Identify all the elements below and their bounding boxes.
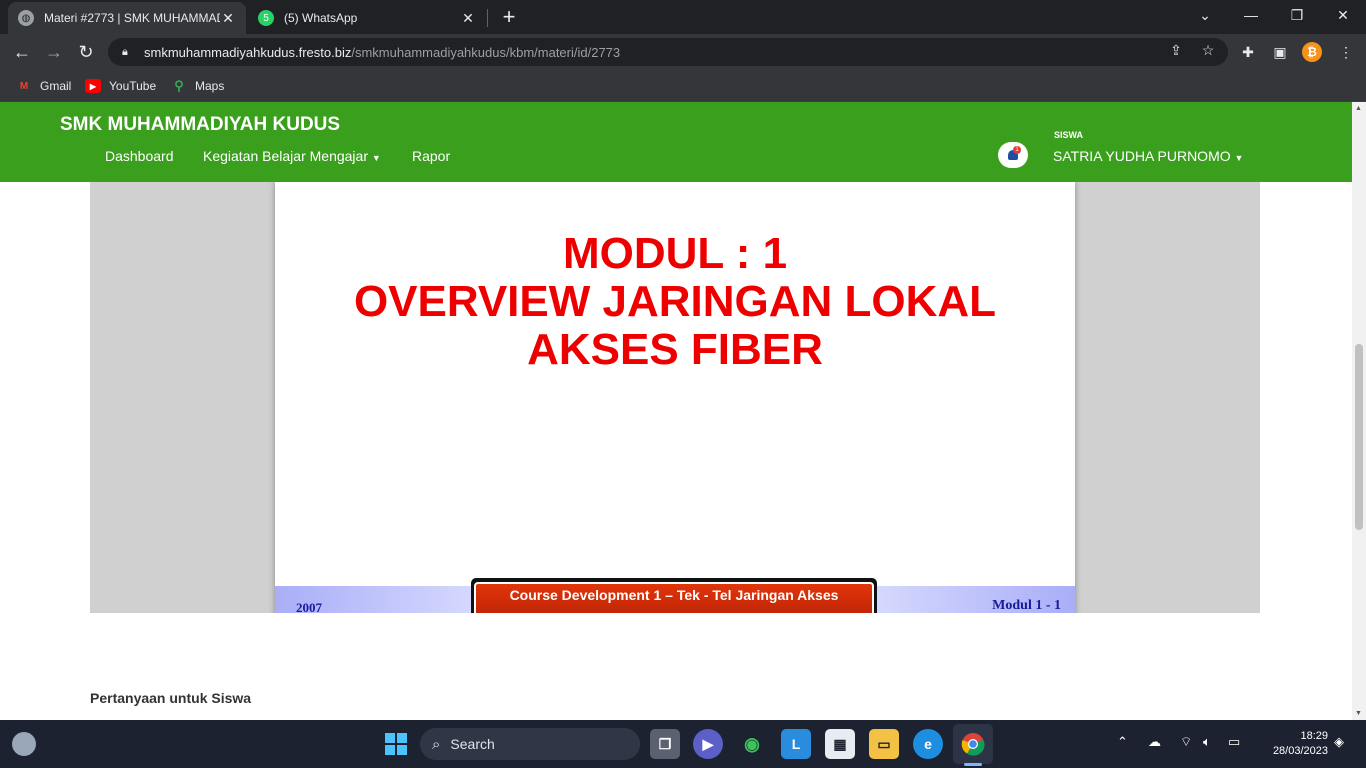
search-label: Search bbox=[450, 736, 495, 752]
tab-search-icon[interactable]: ⌄ bbox=[1190, 4, 1220, 26]
share-icon[interactable]: ⇪ bbox=[1166, 40, 1186, 60]
url-host: smkmuhammadiyahkudus.fresto.biz bbox=[144, 44, 352, 60]
document-viewer[interactable]: MODUL : 1 OVERVIEW JARINGAN LOKAL AKSES … bbox=[90, 182, 1260, 613]
nav-rapor[interactable]: Rapor bbox=[412, 148, 450, 164]
scroll-thumb[interactable] bbox=[1355, 344, 1363, 530]
system-clock[interactable]: 18:29 28/03/2023 bbox=[1258, 729, 1328, 759]
slide-title-line: AKSES FIBER bbox=[527, 325, 823, 374]
forward-button[interactable]: → bbox=[42, 40, 66, 64]
bookmarks-bar: M Gmail ▶ YouTube ⚲ Maps bbox=[0, 70, 1366, 102]
back-button[interactable]: ← bbox=[10, 40, 34, 64]
task-view-icon[interactable]: ❐ bbox=[650, 729, 680, 759]
address-bar[interactable]: 🔒︎ smkmuhammadiyahkudus.fresto.biz/smkmu… bbox=[108, 38, 1228, 66]
slide-page: MODUL : 1 OVERVIEW JARINGAN LOKAL AKSES … bbox=[275, 182, 1075, 613]
edge-browser-icon[interactable]: e bbox=[913, 729, 943, 759]
slide-title-line: MODUL : 1 bbox=[562, 229, 788, 278]
teams-chat-icon[interactable]: ▶ bbox=[693, 729, 723, 759]
url-path: /smkmuhammadiyahkudus/kbm/materi/id/2773 bbox=[351, 44, 621, 60]
download-manager-icon[interactable]: ◉ bbox=[737, 729, 767, 759]
reload-button[interactable]: ↻ bbox=[74, 40, 98, 64]
notification-button[interactable] bbox=[998, 142, 1028, 168]
tab-title: (5) WhatsApp bbox=[284, 11, 358, 25]
browser-tab-strip: ◍ Materi #2773 | SMK MUHAMMADIYAH KUDUS … bbox=[0, 0, 1366, 34]
windows-taskbar: ⌕ Search ❐ ▶ ◉ L ▦ ▭ e ⌃ ☁ ⌔ 🔈︎ ▭ 18:29 … bbox=[0, 720, 1366, 768]
weather-widget-icon[interactable] bbox=[12, 732, 36, 756]
extensions-puzzle-icon[interactable]: ✚ bbox=[1238, 42, 1258, 62]
tab-title: Materi #2773 | SMK MUHAMMADIYAH KUDUS bbox=[44, 11, 220, 25]
file-explorer-icon[interactable]: ▭ bbox=[869, 729, 899, 759]
site-brand[interactable]: SMK MUHAMMADIYAH KUDUS bbox=[60, 114, 340, 136]
notification-center-icon[interactable]: ◈ bbox=[1334, 734, 1344, 750]
slide-title-line: OVERVIEW JARINGAN LOKAL bbox=[353, 277, 997, 326]
side-panel-icon[interactable]: ▣ bbox=[1270, 42, 1290, 62]
bookmark-star-icon[interactable]: ☆ bbox=[1198, 40, 1218, 60]
tray-chevron-icon[interactable]: ⌃ bbox=[1117, 734, 1128, 750]
screen: ◍ Materi #2773 | SMK MUHAMMADIYAH KUDUS … bbox=[0, 0, 1366, 768]
bitcoin-extension-icon[interactable]: ₿ bbox=[1302, 42, 1322, 62]
active-app-indicator bbox=[964, 763, 982, 766]
close-window-button[interactable]: ✕ bbox=[1328, 4, 1358, 26]
microsoft-store-icon[interactable]: ▦ bbox=[825, 729, 855, 759]
site-navbar: SMK MUHAMMADIYAH KUDUS Dashboard Kegiata… bbox=[0, 102, 1352, 182]
footer-course-box: Course Development 1 – Tek - Tel Jaringa… bbox=[471, 578, 877, 613]
bookmark-label: YouTube bbox=[109, 79, 157, 93]
caret-down-icon: ▼ bbox=[1234, 153, 1244, 163]
whatsapp-icon: 5 bbox=[258, 10, 274, 26]
wifi-icon[interactable]: ⌔ bbox=[1180, 734, 1192, 750]
bookmark-maps[interactable]: ⚲ Maps bbox=[171, 77, 224, 95]
footer-course-label: Course Development 1 – Tek - Tel Jaringa… bbox=[474, 582, 874, 613]
user-menu[interactable]: SATRIA YUDHA PURNOMO ▼ bbox=[1053, 148, 1243, 164]
search-icon: ⌕ bbox=[432, 735, 441, 753]
browser-toolbar: ← → ↻ 🔒︎ smkmuhammadiyahkudus.fresto.biz… bbox=[0, 34, 1366, 70]
nav-kbm-label: Kegiatan Belajar Mengajar bbox=[203, 148, 368, 164]
clock-time: 18:29 bbox=[1300, 730, 1328, 742]
new-tab-button[interactable]: + bbox=[498, 6, 520, 28]
footer-modul: Modul 1 - 1 bbox=[992, 598, 1061, 613]
menu-kebab-icon[interactable]: ⋮ bbox=[1336, 42, 1356, 62]
globe-icon: ◍ bbox=[18, 10, 34, 26]
gmail-icon: M bbox=[19, 80, 29, 92]
scroll-down-icon[interactable]: ▼ bbox=[1355, 710, 1362, 717]
tab-separator bbox=[487, 9, 488, 27]
bookmark-label: Gmail bbox=[40, 79, 72, 93]
user-role: SISWA bbox=[1054, 130, 1084, 140]
youtube-icon: ▶ bbox=[85, 79, 101, 93]
bookmark-gmail[interactable]: M Gmail bbox=[16, 77, 72, 95]
tab-whatsapp[interactable]: 5 (5) WhatsApp ✕ bbox=[248, 2, 486, 34]
caret-down-icon: ▼ bbox=[371, 153, 381, 163]
clock-date: 28/03/2023 bbox=[1272, 745, 1328, 757]
maps-icon: ⚲ bbox=[174, 78, 184, 93]
lock-icon[interactable]: 🔒︎ bbox=[122, 46, 134, 59]
windows-start-icon[interactable] bbox=[381, 729, 411, 759]
nav-dashboard[interactable]: Dashboard bbox=[105, 148, 174, 164]
minimize-button[interactable]: — bbox=[1236, 4, 1266, 26]
question-section-label: Pertanyaan untuk Siswa bbox=[90, 690, 252, 706]
bookmark-youtube[interactable]: ▶ YouTube bbox=[85, 77, 156, 95]
notification-badge: 1 bbox=[1013, 146, 1021, 154]
web-page: SMK MUHAMMADIYAH KUDUS Dashboard Kegiata… bbox=[0, 102, 1352, 720]
taskbar-search[interactable]: ⌕ Search bbox=[420, 728, 640, 760]
bookmark-label: Maps bbox=[195, 79, 225, 93]
chrome-icon[interactable] bbox=[958, 729, 988, 759]
restore-button[interactable]: ❐ bbox=[1282, 4, 1312, 26]
scroll-up-icon[interactable]: ▲ bbox=[1355, 105, 1362, 112]
battery-icon[interactable]: ▭ bbox=[1228, 734, 1240, 750]
tab-materi[interactable]: ◍ Materi #2773 | SMK MUHAMMADIYAH KUDUS … bbox=[8, 2, 246, 34]
nav-kbm[interactable]: Kegiatan Belajar Mengajar ▼ bbox=[203, 148, 381, 164]
l-app-icon[interactable]: L bbox=[781, 729, 811, 759]
onedrive-cloud-icon[interactable]: ☁ bbox=[1148, 734, 1161, 750]
slide-footer: 2007 Course Development 1 – Tek - Tel Ja… bbox=[275, 578, 1075, 613]
volume-icon[interactable]: 🔈︎ bbox=[1203, 734, 1211, 750]
user-name: SATRIA YUDHA PURNOMO bbox=[1053, 148, 1231, 164]
close-tab-icon[interactable]: ✕ bbox=[460, 10, 476, 27]
footer-year: 2007 bbox=[296, 600, 322, 613]
close-tab-icon[interactable]: ✕ bbox=[220, 10, 236, 27]
page-scrollbar[interactable]: ▲ ▼ bbox=[1352, 102, 1366, 720]
